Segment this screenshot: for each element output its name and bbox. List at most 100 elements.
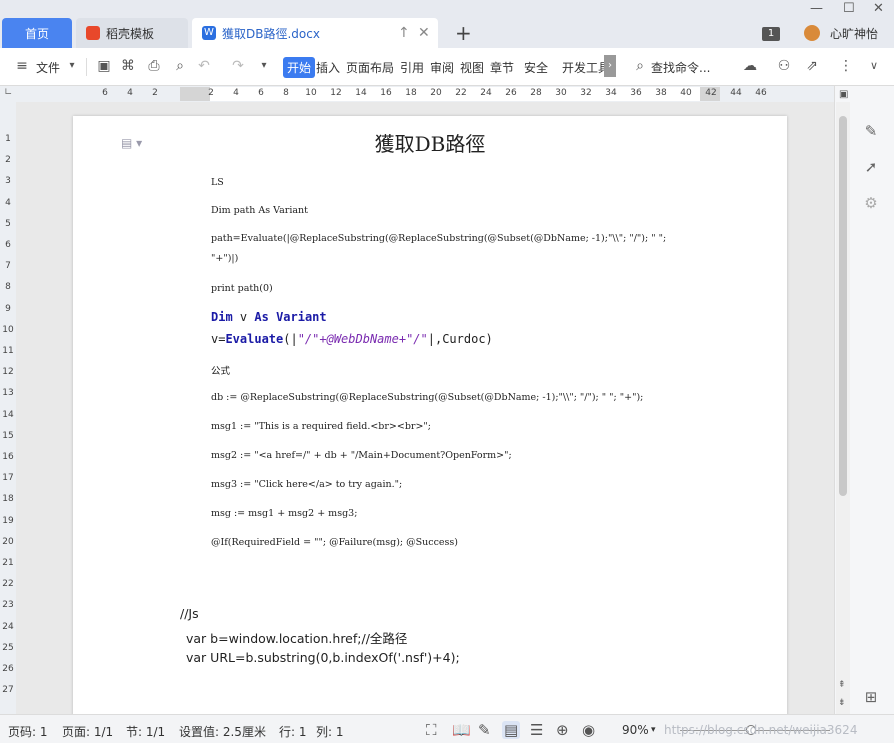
hamburger-icon[interactable]: ≡ bbox=[14, 58, 30, 74]
status-col[interactable]: 列: 1 bbox=[316, 723, 344, 740]
vruler-number: 8 bbox=[5, 282, 11, 293]
doc-line: db := @ReplaceSubstring(@ReplaceSubstrin… bbox=[211, 392, 644, 403]
format-painter-icon[interactable]: ⌘ bbox=[120, 58, 136, 74]
cloud-sync-icon[interactable]: ☁ bbox=[742, 58, 758, 74]
collapse-ribbon-icon[interactable]: ∨ bbox=[866, 58, 882, 74]
status-row[interactable]: 行: 1 bbox=[279, 723, 307, 740]
pen-icon[interactable]: ✎ bbox=[862, 122, 880, 140]
vruler-number: 16 bbox=[2, 452, 14, 462]
avatar[interactable] bbox=[804, 25, 820, 41]
page-nav-icon[interactable]: ▣ bbox=[839, 89, 848, 100]
more-options-icon[interactable]: ⋮ bbox=[838, 58, 854, 74]
tab-chapter[interactable]: 章节 bbox=[490, 59, 514, 76]
ribbon-scroll-right-icon[interactable]: › bbox=[604, 55, 616, 77]
code-keyword: As bbox=[254, 310, 269, 324]
new-tab-button[interactable]: + bbox=[455, 21, 472, 45]
style-icon[interactable]: ⚙ bbox=[862, 194, 880, 212]
outline-view-icon[interactable]: ☰ bbox=[530, 721, 543, 739]
tab-document[interactable]: W 獲取DB路徑.docx ↑ ✕ bbox=[192, 18, 438, 48]
fullscreen-icon[interactable]: ⛶ bbox=[426, 721, 437, 739]
export-icon[interactable]: ⇗ bbox=[804, 58, 820, 74]
tab-security[interactable]: 安全 bbox=[524, 59, 548, 76]
maximize-icon[interactable]: ☐ bbox=[843, 1, 855, 16]
tab-insert[interactable]: 插入 bbox=[316, 59, 340, 76]
status-page-num[interactable]: 页码: 1 bbox=[8, 723, 48, 740]
grid-apps-icon[interactable]: ⊞ bbox=[862, 688, 880, 706]
ruler-number: 8 bbox=[283, 88, 289, 98]
status-page[interactable]: 页面: 1/1 bbox=[62, 723, 113, 740]
doc-line: "+")|) bbox=[211, 253, 239, 264]
ruler-number: 16 bbox=[380, 88, 392, 98]
doc-line: print path(0) bbox=[211, 283, 273, 294]
undo-icon[interactable]: ↶ bbox=[196, 58, 212, 74]
status-setting[interactable]: 设置值: 2.5厘米 bbox=[179, 723, 266, 740]
status-section[interactable]: 节: 1/1 bbox=[126, 723, 165, 740]
vruler-number: 26 bbox=[2, 664, 14, 674]
file-menu[interactable]: 文件 bbox=[36, 59, 60, 76]
tab-document-label: 獲取DB路徑.docx bbox=[222, 26, 320, 41]
tab-page-layout[interactable]: 页面布局 bbox=[346, 59, 394, 76]
vruler-number: 7 bbox=[5, 261, 11, 272]
write-mode-icon[interactable]: ✎ bbox=[478, 721, 491, 739]
watermark-text: https://blog.csdn.net/weijia3624 bbox=[664, 723, 858, 737]
tab-home-ribbon[interactable]: 开始 bbox=[283, 57, 316, 78]
divider bbox=[86, 58, 87, 76]
code-keyword: Evaluate bbox=[225, 332, 284, 346]
ruler-number: 30 bbox=[555, 88, 567, 98]
horizontal-ruler: ∟ 6 4 2 2 4 6 8 10 12 14 16 18 20 22 24 26 28 30 32 34 36 38 4… bbox=[0, 86, 834, 102]
web-view-icon[interactable]: ⊕ bbox=[556, 721, 569, 739]
select-cursor-icon[interactable]: ➚ bbox=[862, 158, 880, 176]
minimize-icon[interactable]: — bbox=[810, 1, 823, 16]
pin-up-icon[interactable]: ↑ bbox=[398, 25, 410, 41]
tab-home[interactable]: 首页 bbox=[2, 18, 72, 48]
page-down-icon[interactable]: ⇟ bbox=[838, 698, 846, 708]
vruler-number: 11 bbox=[2, 346, 14, 356]
window-count-badge[interactable]: 1 bbox=[762, 27, 780, 41]
tab-references[interactable]: 引用 bbox=[400, 59, 424, 76]
print-preview-icon[interactable]: ⌕ bbox=[172, 58, 188, 74]
zoom-level[interactable]: 90% bbox=[622, 723, 649, 737]
tab-view[interactable]: 视图 bbox=[460, 59, 484, 76]
vertical-scrollbar[interactable]: ⇞ ⇟ bbox=[836, 102, 850, 714]
ruler-number: 42 bbox=[705, 88, 717, 98]
document-page[interactable]: ▤ ▾ 獲取DB路徑 LS Dim path As Variant path=E… bbox=[73, 116, 787, 714]
search-icon: ⌕ bbox=[636, 58, 644, 74]
ruler-number: 38 bbox=[655, 88, 667, 98]
close-window-icon[interactable]: ✕ bbox=[873, 1, 884, 16]
page-view-icon[interactable]: ▤ bbox=[502, 721, 521, 739]
vruler-number: 9 bbox=[5, 303, 11, 314]
document-area: ▤ ▾ 獲取DB路徑 LS Dim path As Variant path=E… bbox=[16, 102, 834, 714]
ruler-number: 20 bbox=[430, 88, 442, 98]
scrollbar-thumb[interactable] bbox=[839, 116, 847, 496]
save-icon[interactable]: ▣ bbox=[96, 58, 112, 74]
tab-review[interactable]: 审阅 bbox=[430, 59, 454, 76]
chevron-down-icon[interactable]: ▾ bbox=[64, 58, 80, 74]
doc-line: Dim path As Variant bbox=[211, 205, 308, 216]
page-up-icon[interactable]: ⇞ bbox=[838, 680, 846, 690]
vruler-number: 2 bbox=[5, 155, 11, 166]
doc-line: msg2 := "<a href=/" + db + "/Main+Docume… bbox=[211, 450, 512, 461]
more-dropdown-icon[interactable]: ▾ bbox=[256, 58, 272, 74]
ruler-number: 34 bbox=[605, 88, 617, 98]
title-bar: 首页 稻壳模板 W 獲取DB路徑.docx ↑ ✕ + — ☐ ✕ 1 心旷神怡 bbox=[0, 0, 894, 48]
doc-line: msg1 := "This is a required field.<br><b… bbox=[211, 421, 432, 432]
code-var: v bbox=[232, 310, 255, 324]
ruler-number: 36 bbox=[630, 88, 642, 98]
redo-icon[interactable]: ↷ bbox=[230, 58, 246, 74]
tab-developer[interactable]: 开发工具 bbox=[562, 59, 604, 76]
command-search[interactable]: 查找命令... bbox=[651, 59, 710, 76]
close-tab-icon[interactable]: ✕ bbox=[418, 25, 430, 41]
user-name[interactable]: 心旷神怡 bbox=[830, 25, 878, 42]
read-mode-icon[interactable]: 📖 bbox=[452, 721, 471, 739]
ruler-number: 26 bbox=[505, 88, 517, 98]
doc-line: 公式 bbox=[211, 366, 231, 377]
tab-home-label: 首页 bbox=[24, 26, 49, 41]
eye-protect-icon[interactable]: ◉ bbox=[582, 721, 595, 739]
tab-stop-icon[interactable]: ∟ bbox=[4, 87, 12, 98]
zoom-dropdown-icon[interactable]: ▾ bbox=[651, 725, 656, 735]
share-user-icon[interactable]: ⚇ bbox=[776, 58, 792, 74]
print-icon[interactable]: ⎙ bbox=[146, 58, 162, 74]
tab-docer-templates[interactable]: 稻壳模板 bbox=[76, 18, 188, 48]
ruler-number: 18 bbox=[405, 88, 417, 98]
doc-line: msg := msg1 + msg2 + msg3; bbox=[211, 508, 358, 519]
